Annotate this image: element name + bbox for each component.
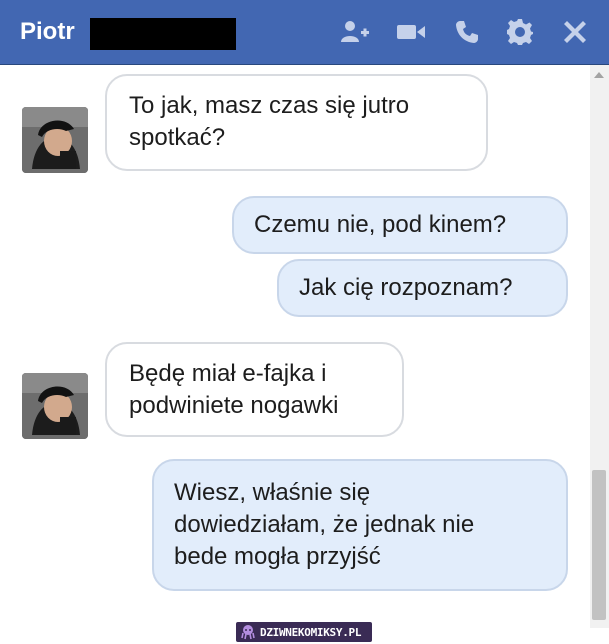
- scrollbar-thumb[interactable]: [592, 470, 606, 620]
- redaction-bar: [90, 18, 236, 50]
- close-icon[interactable]: [560, 18, 590, 46]
- incoming-message-bubble: To jak, masz czas się jutro spotkać?: [105, 74, 488, 171]
- video-camera-icon[interactable]: [396, 18, 426, 46]
- message-line: bede mogła przyjść: [174, 543, 381, 570]
- incoming-message-bubble: Będę miał e-fajka i podwiniete nogawki: [105, 342, 404, 437]
- message-line: Będę miał e-fajka i: [129, 360, 327, 387]
- watermark-text: DZIWNEKOMIKSY.PL: [260, 625, 362, 639]
- message-line: Jak cię rozpoznam?: [299, 274, 513, 301]
- contact-name[interactable]: Piotr: [20, 18, 75, 46]
- outgoing-message-bubble: Wiesz, właśnie się dowiedziałam, że jedn…: [152, 459, 568, 591]
- message-line: podwiniete nogawki: [129, 392, 339, 419]
- phone-icon[interactable]: [452, 18, 482, 46]
- message-line: dowiedziałam, że jednak nie: [174, 511, 475, 538]
- add-person-icon[interactable]: [340, 18, 370, 46]
- gear-icon[interactable]: [505, 18, 535, 46]
- scroll-up-arrow-icon[interactable]: [594, 72, 604, 78]
- contact-avatar[interactable]: [22, 373, 88, 439]
- contact-avatar[interactable]: [22, 107, 88, 173]
- octopus-logo-icon: [241, 625, 255, 640]
- chat-header: Piotr: [0, 0, 609, 65]
- message-line: Czemu nie, pod kinem?: [254, 211, 507, 238]
- message-line: To jak, masz czas się jutro: [129, 92, 410, 119]
- message-list[interactable]: To jak, masz czas się jutro spotkać? Cze…: [0, 65, 609, 628]
- message-line: Wiesz, właśnie się: [174, 479, 371, 506]
- chat-window: Piotr To jak, masz czas się jutro spotka…: [0, 0, 609, 644]
- message-line: spotkać?: [129, 124, 226, 151]
- watermark: DZIWNEKOMIKSY.PL: [236, 622, 372, 642]
- outgoing-message-bubble: Czemu nie, pod kinem?: [232, 196, 568, 254]
- outgoing-message-bubble: Jak cię rozpoznam?: [277, 259, 568, 317]
